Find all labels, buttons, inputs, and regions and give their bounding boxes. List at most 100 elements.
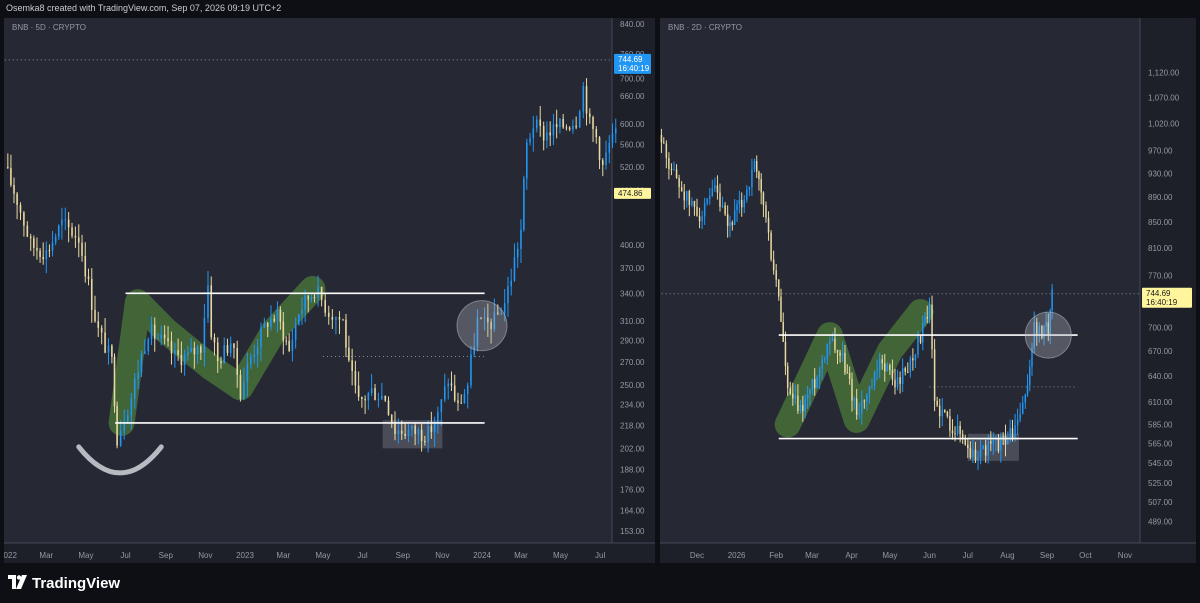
candle-body bbox=[23, 212, 25, 226]
candle-body bbox=[792, 393, 794, 399]
candle-body bbox=[990, 441, 992, 444]
candle-body bbox=[226, 345, 229, 353]
y-tick-label: 890.00 bbox=[1148, 193, 1173, 202]
candle-body bbox=[698, 215, 701, 222]
candle-body bbox=[767, 217, 770, 233]
y-tick-label: 164.00 bbox=[620, 506, 645, 515]
y-tick-label: 290.00 bbox=[620, 337, 645, 346]
candle-body bbox=[542, 125, 545, 141]
candle-body bbox=[731, 222, 734, 225]
y-tick-label: 970.00 bbox=[1148, 147, 1173, 156]
candle-body bbox=[802, 405, 804, 412]
y-tick-label: 507.00 bbox=[1148, 498, 1173, 507]
candle-body bbox=[876, 370, 878, 372]
footer-bar: TradingView bbox=[0, 566, 1200, 603]
candle-body bbox=[298, 314, 300, 325]
y-tick-label: 153.00 bbox=[620, 527, 645, 536]
candle-body bbox=[834, 338, 836, 350]
candle-body bbox=[236, 348, 239, 375]
candle-body bbox=[463, 393, 466, 404]
candle-body bbox=[780, 296, 782, 322]
gray-smile-arc bbox=[76, 444, 164, 476]
y-tick-label: 1,120.00 bbox=[1148, 69, 1180, 78]
x-tick-label: Nov bbox=[435, 551, 449, 560]
candle-body bbox=[310, 297, 313, 300]
candle-body bbox=[693, 200, 696, 207]
candle-body bbox=[605, 152, 607, 165]
candle-body bbox=[460, 402, 463, 404]
price-tag-label: 744.69 bbox=[1146, 289, 1171, 298]
candle-body bbox=[203, 317, 206, 353]
chart-pane-bnb-5d[interactable]: BNB · 5D · CRYPTO840.00760.00700.00660.0… bbox=[4, 18, 655, 563]
candle-body bbox=[797, 395, 799, 411]
price-tag-label: 474.86 bbox=[618, 189, 643, 198]
candle-body bbox=[770, 232, 772, 260]
candle-body bbox=[529, 138, 531, 143]
candle-body bbox=[513, 257, 516, 281]
candle-body bbox=[288, 340, 290, 352]
y-tick-label: 850.00 bbox=[1148, 218, 1173, 227]
candle-body bbox=[1004, 435, 1007, 445]
candle-body bbox=[878, 359, 881, 371]
candle-body bbox=[411, 425, 413, 430]
candle-body bbox=[670, 168, 673, 170]
candle-body bbox=[555, 124, 558, 128]
candle-body bbox=[367, 393, 370, 401]
candle-body bbox=[546, 132, 548, 141]
candle-body bbox=[190, 347, 192, 353]
candle-body bbox=[338, 317, 341, 320]
y-tick-label: 840.00 bbox=[620, 20, 645, 29]
tradingview-brand[interactable]: TradingView bbox=[32, 575, 120, 592]
tradingview-logo-icon[interactable] bbox=[8, 575, 30, 589]
candle-body bbox=[709, 196, 711, 199]
candle-body bbox=[307, 295, 310, 300]
candle-body bbox=[786, 366, 789, 388]
candle-body bbox=[45, 250, 48, 260]
candle-body bbox=[420, 429, 423, 441]
x-tick-label: 2023 bbox=[236, 551, 254, 560]
candle-body bbox=[711, 188, 714, 197]
chart-pane-bnb-2d[interactable]: BNB · 2D · CRYPTO 1,120.00 1,070.00 1,020.0… bbox=[660, 18, 1196, 563]
candle-body bbox=[13, 184, 15, 194]
candle-body bbox=[959, 425, 961, 435]
chart-svg-bnb-2d: BNB · 2D · CRYPTO 1,120.00 1,070.00 1,020.0… bbox=[660, 18, 1196, 563]
candle-body bbox=[944, 409, 946, 412]
candle-body bbox=[137, 372, 139, 379]
candle-body bbox=[54, 236, 57, 243]
candle-body bbox=[94, 309, 96, 322]
candle-body bbox=[342, 319, 344, 321]
candle-body bbox=[889, 365, 891, 371]
candle-body bbox=[614, 128, 617, 134]
candle-body bbox=[716, 185, 719, 193]
candle-body bbox=[16, 193, 18, 205]
candle-body bbox=[549, 132, 551, 136]
x-tick-label: Jun bbox=[923, 551, 936, 560]
y-tick-label: 188.00 bbox=[620, 466, 645, 475]
candle-body bbox=[526, 142, 528, 179]
candle-body bbox=[384, 395, 387, 401]
candle-body bbox=[686, 191, 688, 201]
candle-body bbox=[57, 225, 60, 237]
candle-body bbox=[907, 371, 909, 373]
candle-body bbox=[804, 399, 806, 412]
candle-body bbox=[753, 160, 756, 170]
candle-body bbox=[414, 425, 416, 435]
candle-body bbox=[1051, 289, 1053, 311]
candle-body bbox=[64, 219, 67, 221]
y-tick-label: 700.00 bbox=[1148, 323, 1173, 332]
candle-body bbox=[77, 237, 80, 243]
candle-body bbox=[821, 359, 823, 369]
x-tick-label: Dec bbox=[690, 551, 704, 560]
candle-body bbox=[572, 125, 574, 130]
candle-body bbox=[374, 388, 376, 401]
candle-body bbox=[829, 340, 831, 345]
candle-body bbox=[377, 399, 380, 401]
candle-body bbox=[794, 395, 797, 399]
candle-body bbox=[873, 371, 876, 386]
candle-body bbox=[7, 166, 9, 168]
candle-body bbox=[516, 248, 519, 258]
candle-body bbox=[846, 372, 849, 374]
candle-body bbox=[919, 334, 922, 343]
candle-body bbox=[453, 385, 456, 401]
candle-body bbox=[183, 354, 186, 366]
